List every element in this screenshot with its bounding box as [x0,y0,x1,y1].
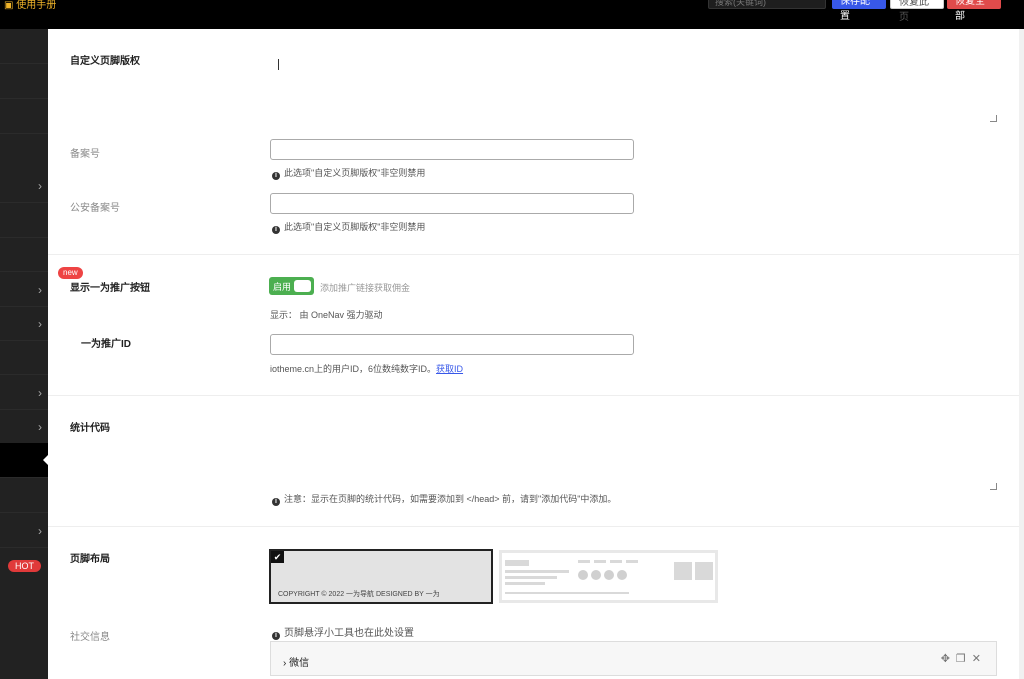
info-icon: i [272,498,280,506]
footer-layout-option-1[interactable]: ✔ COPYRIGHT © 2022 一为导航 DESIGNED BY 一为 [269,549,493,604]
chevron-right-icon: › [283,658,287,669]
layout2-dot [591,570,601,580]
resize-handle-icon[interactable] [990,115,997,122]
duplicate-icon[interactable]: ❐ [956,653,972,665]
chevron-right-icon: › [38,283,42,297]
divider [48,254,1019,255]
layout2-qrcode [674,562,692,580]
layout2-dot [617,570,627,580]
icp-hint-text: 此选项"自定义页脚版权"非空则禁用 [284,168,426,178]
manual-link[interactable]: ▣ 使用手册 [4,0,56,11]
text-cursor [278,59,279,70]
social-item-accordion[interactable]: › 微信 ✥❐✕ [270,641,997,676]
promo-id-hint-text: iotheme.cn上的用户ID，6位数纯数字ID。 [270,364,437,374]
sidebar-item[interactable] [0,478,48,513]
book-icon: ▣ [4,0,14,11]
sidebar-item[interactable]: › [0,272,48,307]
sidebar-item[interactable]: › [0,375,48,410]
search-input[interactable]: 搜索(关键词) [708,0,826,9]
promo-toggle[interactable]: 启用 [269,277,314,295]
settings-form: 自定义页脚版权 备案号 i 此选项"自定义页脚版权"非空则禁用 公安备案号 i 此选… [48,29,1019,679]
promo-id-label: 一为推广ID [81,339,131,350]
accordion-title: › 微信 [283,654,309,669]
promo-id-input[interactable] [270,334,634,355]
stats-label: 统计代码 [70,423,110,434]
sidebar-item[interactable]: › [0,409,48,444]
chevron-right-icon: › [38,386,42,400]
toggle-label: 启用 [273,282,292,292]
layout2-bar [578,560,590,563]
promo-id-hint: iotheme.cn上的用户ID，6位数纯数字ID。获取ID [270,362,463,375]
layout2-bar [594,560,606,563]
sidebar-item[interactable] [0,29,48,64]
copyright-label: 自定义页脚版权 [70,56,140,67]
restore-page-button[interactable]: 恢复此页 [890,0,944,23]
promo-toggle-desc: 添加推广链接获取佣金 [320,283,411,293]
manual-label: 使用手册 [16,0,57,11]
layout2-dot [604,570,614,580]
get-id-link[interactable]: 获取ID [436,364,463,374]
checkmark-icon: ✔ [271,551,284,563]
sidebar-item-active[interactable] [0,443,49,478]
police-hint: i 此选项"自定义页脚版权"非空则禁用 [272,220,425,234]
sidebar-item[interactable] [0,203,48,238]
layout1-copyright-text: COPYRIGHT © 2022 一为导航 DESIGNED BY 一为 [278,591,440,598]
copyright-textarea[interactable] [270,54,998,124]
scrollbar[interactable] [1019,29,1024,679]
restore-all-button[interactable]: 恢复全部 [947,0,1001,22]
layout2-bar [505,576,557,579]
close-icon[interactable]: ✕ [972,653,987,665]
chevron-right-icon: › [38,317,42,331]
sidebar: › › › › › › HOT [0,29,49,679]
layout2-bar [505,592,629,594]
resize-handle-icon[interactable] [990,483,997,490]
sidebar-item[interactable] [0,237,48,272]
sidebar-item[interactable] [0,64,48,99]
save-button[interactable]: 保存配置 [832,0,886,22]
move-icon[interactable]: ✥ [941,653,956,665]
sidebar-item[interactable]: › [0,306,48,341]
info-icon: i [272,632,280,640]
sidebar-item[interactable] [0,340,48,375]
footer-layout-option-2[interactable] [499,550,718,603]
layout2-bar [505,560,529,566]
stats-hint: i 注意：显示在页脚的统计代码，如需要添加到 </head> 前，请到"添加代码"… [272,492,616,506]
sidebar-item[interactable]: › [0,513,48,548]
top-bar: ▣ 使用手册 搜索(关键词) 保存配置 恢复此页 恢复全部 [0,0,1024,29]
sidebar-item[interactable]: › [0,168,48,203]
sidebar-item[interactable] [0,99,48,134]
social-hint: i 页脚悬浮小工具也在此处设置 [272,624,414,640]
chevron-right-icon: › [38,179,42,193]
layout2-bar [626,560,638,563]
promo-label: 显示一为推广按钮 [70,283,150,294]
police-hint-text: 此选项"自定义页脚版权"非空则禁用 [284,222,426,232]
divider [48,395,1019,396]
police-label: 公安备案号 [70,203,120,214]
hot-badge: HOT [8,560,41,572]
accordion-tools: ✥❐✕ [941,652,987,665]
divider [48,526,1019,527]
icp-hint: i 此选项"自定义页脚版权"非空则禁用 [272,166,425,180]
police-input[interactable] [270,193,634,214]
info-icon: i [272,226,280,234]
chevron-right-icon: › [38,524,42,538]
layout2-bar [505,570,569,573]
info-icon: i [272,172,280,180]
stats-hint-text: 注意：显示在页脚的统计代码，如需要添加到 </head> 前，请到"添加代码"中… [284,494,617,504]
social-label: 社交信息 [70,632,110,643]
layout2-bar [610,560,622,563]
icp-label: 备案号 [70,149,100,160]
promo-display-text: 显示： 由 OneNav 强力驱动 [270,310,383,320]
layout2-dot [578,570,588,580]
stats-textarea[interactable] [270,414,998,491]
icp-input[interactable] [270,139,634,160]
footer-layout-label: 页脚布局 [70,554,110,565]
chevron-right-icon: › [38,420,42,434]
toggle-knob [294,280,311,292]
layout2-bar [505,582,545,585]
accordion-title-text: 微信 [289,658,310,669]
social-hint-text: 页脚悬浮小工具也在此处设置 [284,628,414,639]
new-badge: new [58,267,83,279]
layout2-qrcode [695,562,713,580]
